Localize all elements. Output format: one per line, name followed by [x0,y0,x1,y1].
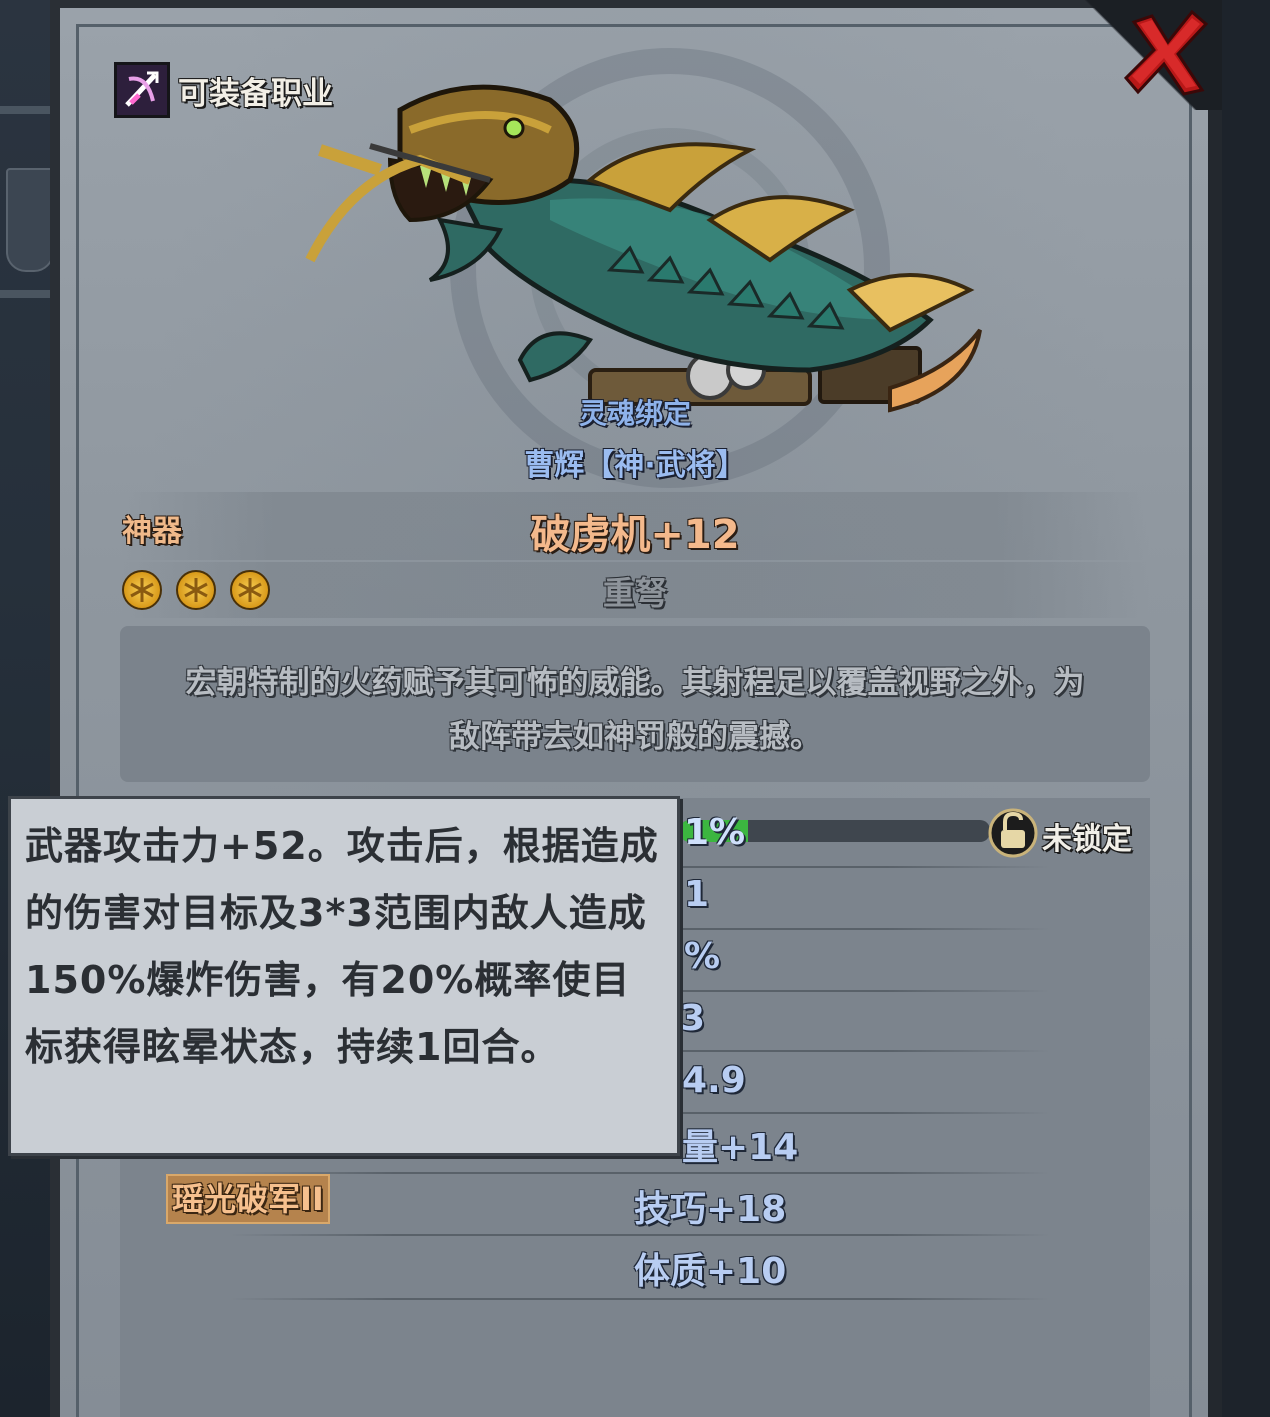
soulbound-label: 灵魂绑定 [578,397,691,430]
stat-value: 1 [684,874,710,915]
stat-value: 量+14 [682,1127,799,1168]
skill-tag[interactable]: 瑶光破军II [166,1174,330,1224]
tooltip-text: 武器攻击力+52。攻击后，根据造成的伤害对目标及3*3范围内敌人造成150%爆炸… [25,824,659,1069]
lock-label: 未锁定 [1042,822,1132,857]
close-button[interactable] [1120,6,1212,98]
stat-value: 技巧+18 [634,1189,787,1230]
stat-divider [230,1298,1050,1300]
close-icon [1123,9,1209,96]
owner-label: 曹辉【神·武将】 [524,448,746,483]
weapon-type: 重弩 [602,574,667,612]
lock-button[interactable] [988,806,1038,860]
stat-divider [230,1234,1050,1236]
unlock-icon [988,808,1038,858]
weapon-dragon-crossbow-image [305,84,982,413]
stat-value: 3 [680,998,706,1039]
description-text: 宏朝特制的火药赋予其可怖的威能。其射程足以覆盖视野之外，为敌阵带去如神罚般的震撼… [185,665,1085,755]
skill-tooltip: 武器攻击力+52。攻击后，根据造成的伤害对目标及3*3范围内敌人造成150%爆炸… [8,796,680,1156]
class-crossbow-icon [114,62,170,118]
stat-value: 4.9 [682,1060,746,1101]
item-name: 破虏机+12 [530,512,740,558]
stat-value: 体质+10 [634,1251,787,1292]
stat-divider [230,1172,1050,1174]
description-box: 宏朝特制的火药赋予其可怖的威能。其射程足以覆盖视野之外，为敌阵带去如神罚般的震撼… [120,626,1150,782]
stat-value: % [684,936,721,977]
background-bar [0,106,50,114]
background-shield-icon [6,168,54,272]
background-bar [0,290,50,298]
progress-text: 1% [684,812,746,853]
